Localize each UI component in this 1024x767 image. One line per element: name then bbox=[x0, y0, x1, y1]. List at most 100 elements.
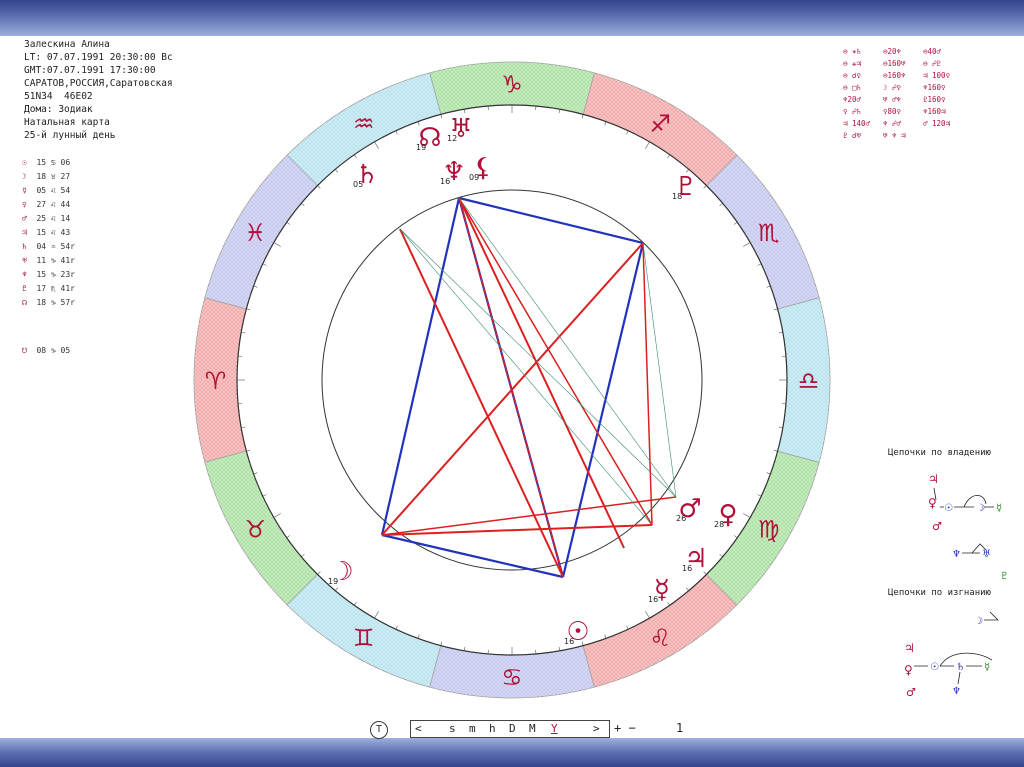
degree-tick bbox=[317, 571, 321, 575]
degree-tick bbox=[246, 308, 251, 311]
zodiac-sign-icon: ♎ bbox=[798, 367, 820, 395]
degree-tick bbox=[395, 625, 398, 630]
degree-tick bbox=[604, 634, 607, 639]
zodiac-sign-icon: ♒ bbox=[353, 110, 375, 138]
jupiter-degree-label: 16 bbox=[682, 564, 692, 573]
chain-pluto-icon: ♇ bbox=[1000, 571, 1009, 582]
degree-tick bbox=[246, 449, 251, 452]
exile-venus-icon: ♀ bbox=[904, 663, 913, 677]
degree-tick bbox=[626, 625, 629, 630]
degree-tick bbox=[743, 513, 751, 518]
degree-tick bbox=[354, 154, 357, 159]
zodiac-sign-icon: ♉ bbox=[244, 515, 266, 543]
step-value: 1 bbox=[676, 721, 684, 735]
mars-degree-label: 26 bbox=[676, 514, 686, 523]
zodiac-sign-icon: ♏ bbox=[758, 219, 780, 247]
aspect-line bbox=[399, 228, 653, 526]
degree-tick bbox=[757, 263, 762, 266]
unit-minutes[interactable]: m bbox=[469, 722, 476, 735]
zodiac-sign-icon: ♌ bbox=[649, 624, 671, 652]
degree-tick bbox=[262, 263, 267, 266]
degree-tick bbox=[253, 285, 258, 288]
degree-tick bbox=[766, 472, 771, 475]
degree-tick bbox=[719, 203, 723, 207]
saturn-degree-label: 05 bbox=[353, 180, 363, 189]
chain-uranus-icon: ♅ bbox=[982, 549, 991, 560]
aspect-line bbox=[642, 242, 653, 526]
chain-neptune-icon: ♆ bbox=[952, 549, 961, 560]
degree-tick bbox=[273, 242, 281, 247]
venus-degree-label: 28 bbox=[714, 520, 724, 529]
chain-mars-icon: ♂ bbox=[932, 520, 942, 533]
degree-tick bbox=[773, 308, 778, 311]
degree-tick bbox=[440, 641, 443, 646]
natal-chart-wheel: ♈ ♉ ♊ ♋ ♌ ♍ ♎ ♏ ♐ ♑ ♒ ♓ ☉16☽19 ☿16♀28♂26♃16♄05♅12♆16… bbox=[193, 61, 831, 699]
time-step-button[interactable]: T bbox=[370, 721, 388, 739]
neptune-degree-label: 16 bbox=[440, 177, 450, 186]
exile-saturn-icon: ♄ bbox=[956, 662, 965, 673]
exile-chain-diagram: ☽ ♃ ♀ ☉ ♄ ☿ ♂ ♆ bbox=[904, 611, 999, 699]
degree-tick bbox=[374, 141, 379, 149]
chain-sun-icon: ☉ bbox=[944, 503, 953, 514]
degree-tick bbox=[273, 513, 281, 518]
zodiac-sign-icon: ♓ bbox=[244, 219, 266, 247]
zodiac-sign-icon: ♐ bbox=[649, 110, 671, 138]
degree-tick bbox=[645, 141, 650, 149]
exile-mars-icon: ♂ bbox=[906, 686, 916, 699]
unit-days[interactable]: D bbox=[509, 722, 516, 735]
degree-tick bbox=[773, 449, 778, 452]
degree-tick bbox=[743, 242, 751, 247]
degree-tick bbox=[604, 121, 607, 126]
degree-tick bbox=[301, 203, 305, 207]
zodiac-sign-icon: ♑ bbox=[501, 71, 523, 99]
degree-tick bbox=[685, 587, 689, 591]
step-forward-button[interactable]: > bbox=[593, 722, 600, 735]
aspect-line bbox=[381, 242, 644, 536]
exile-neptune-icon: ♆ bbox=[952, 686, 961, 697]
exile-mercury-icon: ☿ bbox=[984, 662, 990, 673]
zodiac-sign-icon: ♊ bbox=[353, 624, 375, 652]
degree-tick bbox=[262, 494, 267, 497]
chain-jupiter-icon: ♃ bbox=[928, 472, 939, 486]
step-back-button[interactable]: < bbox=[415, 722, 422, 735]
plus-minus-buttons[interactable]: + − bbox=[614, 721, 636, 735]
exile-chains-title: Цепочки по изгнанию bbox=[888, 588, 991, 598]
aspect-line bbox=[458, 197, 653, 526]
degree-tick bbox=[301, 553, 305, 557]
ownership-chains-title: Цепочки по владению bbox=[888, 448, 991, 458]
zodiac-sign-icon: ♍ bbox=[758, 515, 780, 543]
unit-months[interactable]: M bbox=[529, 722, 536, 735]
node-degree-label: 19 bbox=[416, 143, 426, 152]
degree-tick bbox=[317, 185, 321, 189]
degree-tick bbox=[374, 611, 379, 619]
chain-mercury-icon: ☿ bbox=[996, 503, 1002, 514]
sun-degree-label: 16 bbox=[564, 637, 574, 646]
degree-tick bbox=[719, 553, 723, 557]
ownership-chain-diagram: ♃ ♀ ☉ ☽ ☿ ♂ ♆ ♅ ♇ bbox=[928, 472, 1009, 582]
unit-years[interactable]: Y bbox=[551, 722, 558, 735]
time-toolbar: < s m h D M Y > bbox=[410, 720, 610, 738]
degree-tick bbox=[733, 222, 738, 225]
degree-tick bbox=[286, 222, 291, 225]
pluto-degree-label: 18 bbox=[672, 192, 682, 201]
chain-moon-icon: ☽ bbox=[976, 503, 985, 514]
exile-moon-icon: ☽ bbox=[974, 616, 983, 627]
degree-tick bbox=[253, 472, 258, 475]
unit-hours[interactable]: h bbox=[489, 722, 496, 735]
degree-tick bbox=[335, 587, 339, 591]
degree-tick bbox=[757, 494, 762, 497]
moon-degree-label: 19 bbox=[328, 577, 338, 586]
degree-tick bbox=[645, 611, 650, 619]
aspect-line bbox=[381, 533, 564, 579]
degree-tick bbox=[581, 114, 584, 119]
mercury-degree-label: 16 bbox=[648, 595, 658, 604]
degree-tick bbox=[335, 169, 339, 173]
aspect-lines bbox=[380, 196, 677, 579]
unit-seconds[interactable]: s bbox=[449, 722, 456, 735]
uranus-degree-label: 12 bbox=[447, 134, 457, 143]
lilith-degree-label: 09 bbox=[469, 173, 479, 182]
degree-tick bbox=[766, 285, 771, 288]
planet-glyphs: ☉16☽19 ☿16♀28♂26♃16♄05♅12♆16 ♇18☊19⚸09 bbox=[328, 114, 738, 647]
exile-jupiter-icon: ♃ bbox=[904, 641, 915, 655]
degree-tick bbox=[703, 185, 707, 189]
